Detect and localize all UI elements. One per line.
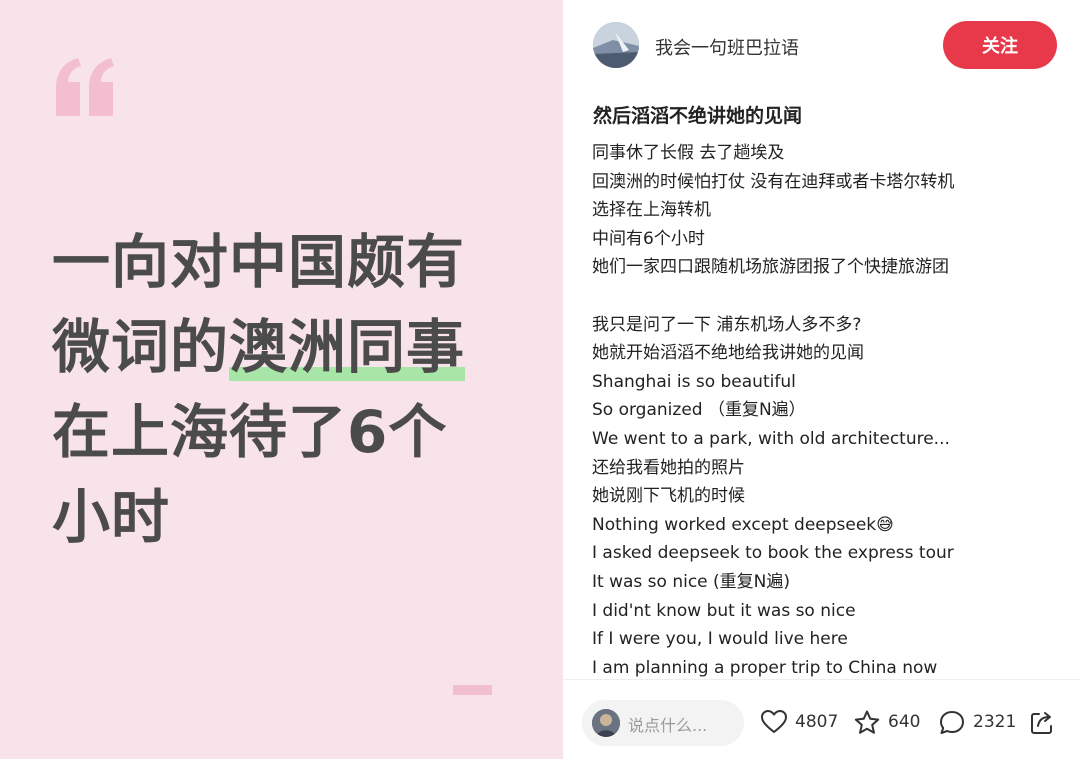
post-line: 她说刚下飞机的时候 — [592, 486, 745, 507]
post-line: Nothing worked except deepseek😅 — [592, 514, 894, 535]
cover-image: 一向对中国颇有 微词的澳洲同事 在上海待了6个 小时 — [0, 0, 563, 759]
cover-headline-line: 微词的澳洲同事 — [52, 305, 522, 390]
collect-button[interactable]: 640 — [854, 710, 920, 734]
post-line — [592, 282, 1062, 311]
post-line: 我只是问了一下 浦东机场人多不多? — [592, 314, 862, 335]
author-avatar[interactable] — [593, 22, 639, 68]
post-panel: 我会一句班巴拉语 关注 然后滔滔不绝讲她的见闻 同事休了长假 去了趟埃及回澳洲的… — [563, 0, 1080, 760]
post-line: 回澳洲的时候怕打仗 没有在迪拜或者卡塔尔转机 — [592, 171, 955, 192]
post-line: We went to a park, with old architecture… — [592, 428, 950, 449]
post-line: 同事休了长假 去了趟埃及 — [592, 143, 785, 163]
comment-button[interactable]: 2321 — [939, 710, 1016, 734]
post-line: So organized （重复N遍） — [592, 400, 806, 421]
share-icon[interactable] — [1029, 710, 1055, 736]
post-content: 同事休了长假 去了趟埃及回澳洲的时候怕打仗 没有在迪拜或者卡塔尔转机 选择在上海转… — [592, 139, 1062, 679]
headline-highlight: 澳洲同事 — [229, 313, 466, 381]
heart-icon — [761, 710, 787, 733]
cover-headline-line: 一向对中国颇有 — [52, 220, 522, 305]
post-line: 她就开始滔滔不绝地给我讲她的见闻 — [592, 343, 864, 364]
quote-mark-icon — [56, 58, 114, 116]
author-name[interactable]: 我会一句班巴拉语 — [655, 34, 799, 60]
post-line: 她们一家四口跟随机场旅游团报了个快捷旅游团 — [592, 257, 949, 278]
like-count: 4807 — [795, 712, 839, 732]
headline-text: 在上海待了6个 — [52, 398, 448, 466]
post-line: I am planning a proper trip to China now — [592, 657, 938, 678]
user-avatar — [592, 709, 620, 737]
headline-text: 一向对中国颇有 — [52, 228, 466, 296]
post-line: I did'nt know but it was so nice — [592, 600, 856, 621]
comment-icon — [940, 710, 964, 734]
decorative-bar — [453, 685, 492, 695]
cover-headline-line: 小时 — [52, 475, 522, 560]
post-line: Shanghai is so beautiful — [592, 371, 796, 392]
follow-button[interactable]: 关注 — [943, 21, 1057, 69]
like-button[interactable]: 4807 — [761, 710, 838, 734]
post-line: I asked deepseek to book the express tou… — [592, 543, 954, 564]
cover-headline: 一向对中国颇有 微词的澳洲同事 在上海待了6个 小时 — [52, 220, 522, 560]
comment-count: 2321 — [973, 712, 1017, 732]
star-count: 640 — [888, 712, 921, 732]
headline-text: 微词的 — [52, 313, 230, 381]
star-icon — [854, 710, 880, 734]
post-line: It was so nice (重复N遍) — [592, 571, 791, 592]
post-line: 选择在上海转机 — [592, 200, 711, 221]
comment-placeholder: 说点什么... — [628, 716, 708, 735]
headline-text: 小时 — [52, 483, 171, 551]
post-line: 中间有6个小时 — [592, 228, 705, 249]
post-line: If I were you, I would live here — [592, 629, 848, 650]
post-line: 还给我看她拍的照片 — [592, 457, 745, 478]
cover-headline-line: 在上海待了6个 — [52, 390, 522, 475]
engagement-bar: 说点什么... 4807 640 2321 — [563, 679, 1080, 760]
post-title: 然后滔滔不绝讲她的见闻 — [593, 105, 803, 127]
comment-input[interactable]: 说点什么... — [582, 700, 744, 746]
